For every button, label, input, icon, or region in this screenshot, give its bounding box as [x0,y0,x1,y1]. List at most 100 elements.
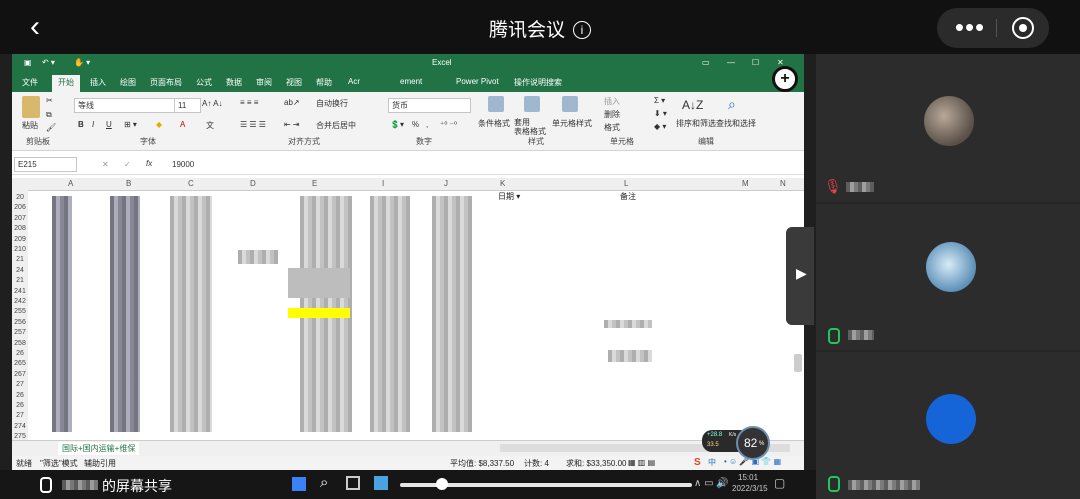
conditional-format-button[interactable]: 条件格式 [478,118,510,129]
sort-filter-icon[interactable]: A↓Z [682,98,703,112]
percent-button[interactable]: % [412,120,419,129]
formula-input[interactable]: 19000 [172,160,194,169]
autosum-icon[interactable]: Σ ▾ [654,96,665,105]
ribbon-tab[interactable]: Acr [344,76,364,87]
row-number[interactable]: 256 [12,319,28,326]
windows-start-icon[interactable] [292,477,306,491]
delete-button[interactable]: 删除 [604,109,620,120]
ime-mode[interactable]: 中 [708,457,716,468]
paste-icon[interactable] [22,96,40,118]
participant-tile-2[interactable] [816,204,1080,350]
col-d[interactable]: D [250,179,256,188]
highlighted-cell[interactable] [288,308,350,318]
row-number[interactable]: 241 [12,288,28,295]
taskbar-app-icon[interactable] [374,476,388,490]
row-number[interactable]: 21 [12,277,28,284]
number-format-select[interactable]: 货币 [388,98,471,113]
maximize-icon[interactable]: ☐ [752,58,759,67]
ribbon-display-icon[interactable]: ▭ [702,58,710,67]
ribbon-tab[interactable]: Power Pivot [452,76,503,87]
ribbon-tab[interactable]: 视图 [282,76,306,89]
taskbar-search-icon[interactable]: ⌕ [320,474,328,491]
taskview-icon[interactable] [346,476,360,490]
insert-button[interactable]: 插入 [604,96,620,107]
col-k[interactable]: K [500,179,505,188]
ribbon-tab[interactable]: 文件 [18,76,42,89]
col-i[interactable]: I [382,179,384,188]
font-color-icon[interactable]: A [180,120,185,129]
sheet-tab[interactable]: 国际+国内运输+维保 [58,442,140,455]
participant-tile-3[interactable] [816,352,1080,499]
info-icon[interactable]: i [573,21,591,39]
more-icon[interactable]: ••• [950,9,990,45]
zoom-in-icon[interactable]: + [772,66,798,92]
vertical-scrollbar[interactable] [794,354,802,372]
ribbon-tab[interactable]: 公式 [192,76,216,89]
selected-cells[interactable] [288,268,350,298]
col-b[interactable]: B [126,179,131,188]
phonetic-icon[interactable]: 文 [206,120,214,131]
format-painter-icon[interactable]: 🖌 [46,123,56,132]
mic-icon[interactable] [40,477,52,493]
col-a[interactable]: A [68,179,73,188]
row-number[interactable]: 267 [12,371,28,378]
row-number[interactable]: 27 [12,412,28,419]
col-e[interactable]: E [312,179,317,188]
row-number[interactable]: 258 [12,340,28,347]
ribbon-tab[interactable]: 操作说明搜索 [510,76,566,89]
row-number[interactable]: 24 [12,267,28,274]
table-format-button[interactable]: 套用 表格格式 [514,118,546,136]
ribbon-tab[interactable]: 绘图 [116,76,140,89]
font-name-select[interactable]: 等线 [74,98,175,113]
cell-style-icon[interactable] [562,96,578,112]
ribbon-tab[interactable]: 帮助 [312,76,336,89]
status-accessibility[interactable]: 辅助引用 [84,458,116,469]
row-number[interactable]: 255 [12,308,28,315]
orientation-icon[interactable]: ab↗ [284,98,300,107]
filter-header-notes[interactable]: 备注 [620,191,636,202]
row-number[interactable]: 26 [12,392,28,399]
col-j[interactable]: J [444,179,448,188]
align-top-icon[interactable]: ≡ ≡ ≡ [240,98,258,107]
system-tray-icons[interactable]: ∧ ▭ 🔊 [694,478,729,489]
find-select-button[interactable]: 查找和选择 [716,118,756,129]
format-button[interactable]: 格式 [604,122,620,133]
comma-icon[interactable]: , [426,120,428,129]
row-number[interactable]: 265 [12,360,28,367]
fill-color-icon[interactable]: ◆ [156,120,162,129]
find-icon[interactable]: ⌕ [728,96,736,113]
border-icon[interactable]: ⊞ ▾ [124,120,137,129]
ribbon-tab[interactable]: ement [396,76,426,87]
row-number[interactable]: 20 [12,194,28,201]
grow-font-icon[interactable]: A↑ A↓ [202,99,222,108]
filter-header-date[interactable]: 日期 ▾ [498,191,520,202]
row-number[interactable]: 210 [12,246,28,253]
col-c[interactable]: C [188,179,194,188]
row-number[interactable]: 208 [12,225,28,232]
name-box[interactable]: E215 [14,157,77,172]
ribbon-tab[interactable]: 数据 [222,76,246,89]
touch-mode-icon[interactable]: ✋ ▾ [74,58,90,67]
wrap-text-button[interactable]: 自动换行 [316,98,348,109]
cut-icon[interactable]: ✂ [46,96,53,105]
bold-button[interactable]: B [78,120,84,129]
row-number[interactable]: 26 [12,402,28,409]
row-number[interactable]: 27 [12,381,28,388]
ribbon-tab[interactable]: 审阅 [252,76,276,89]
next-page-tab[interactable]: ▶ [786,227,814,325]
conditional-format-icon[interactable] [488,96,504,112]
cell-style-button[interactable]: 单元格样式 [552,118,592,129]
progress-knob[interactable] [436,478,448,490]
enter-icon[interactable]: ✓ [124,160,131,169]
table-format-icon[interactable] [524,96,540,112]
sogou-ime-icon[interactable]: S [694,457,701,468]
col-l[interactable]: L [624,179,628,188]
fill-icon[interactable]: ⬇ ▾ [654,109,667,118]
font-size-select[interactable]: 11 [174,98,201,113]
col-n[interactable]: N [780,179,786,188]
sort-filter-button[interactable]: 排序和筛选 [676,118,716,129]
fx-icon[interactable]: fx [146,159,152,168]
row-number[interactable]: 206 [12,204,28,211]
row-number[interactable]: 209 [12,236,28,243]
cancel-icon[interactable]: ✕ [102,160,109,169]
